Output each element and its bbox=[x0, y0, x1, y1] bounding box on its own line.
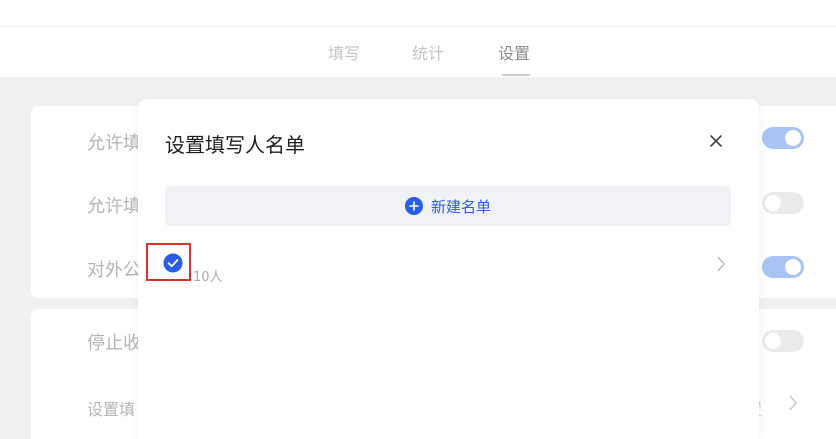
check-circle-icon[interactable] bbox=[163, 253, 183, 273]
fill-list-dialog: 设置填写人名单 新建名单 10人 bbox=[138, 99, 759, 439]
chevron-right-icon[interactable] bbox=[788, 394, 798, 416]
toggle-switch-public[interactable] bbox=[762, 256, 804, 278]
toggle-switch-stop-collect[interactable] bbox=[762, 330, 804, 352]
tab-settings[interactable]: 设置 bbox=[498, 40, 530, 64]
tab-statistics[interactable]: 统计 bbox=[412, 40, 444, 64]
list-member-count: 10人 bbox=[193, 270, 223, 285]
toggle-switch-allow-fill-2[interactable] bbox=[762, 192, 804, 214]
setting-label-fill-list: 设置填 bbox=[87, 400, 136, 419]
chevron-right-icon[interactable] bbox=[716, 255, 726, 277]
setting-label-allow-fill-2: 允许填 bbox=[87, 196, 141, 217]
toggle-switch-allow-fill-1[interactable] bbox=[762, 127, 804, 149]
new-list-label: 新建名单 bbox=[430, 197, 491, 216]
setting-label-stop-collect: 停止收 bbox=[87, 333, 141, 354]
new-list-button[interactable]: 新建名单 bbox=[165, 186, 731, 226]
dialog-title: 设置填写人名单 bbox=[165, 133, 305, 157]
tab-fill[interactable]: 填写 bbox=[328, 40, 360, 64]
tab-bar: 填写 统计 设置 bbox=[0, 27, 836, 77]
top-bar bbox=[0, 0, 836, 27]
setting-label-allow-fill-1: 允许填 bbox=[87, 133, 141, 154]
tab-active-indicator bbox=[502, 74, 530, 76]
close-icon[interactable] bbox=[708, 133, 724, 149]
setting-label-public: 对外公 bbox=[87, 260, 141, 281]
plus-circle-icon bbox=[404, 197, 423, 215]
